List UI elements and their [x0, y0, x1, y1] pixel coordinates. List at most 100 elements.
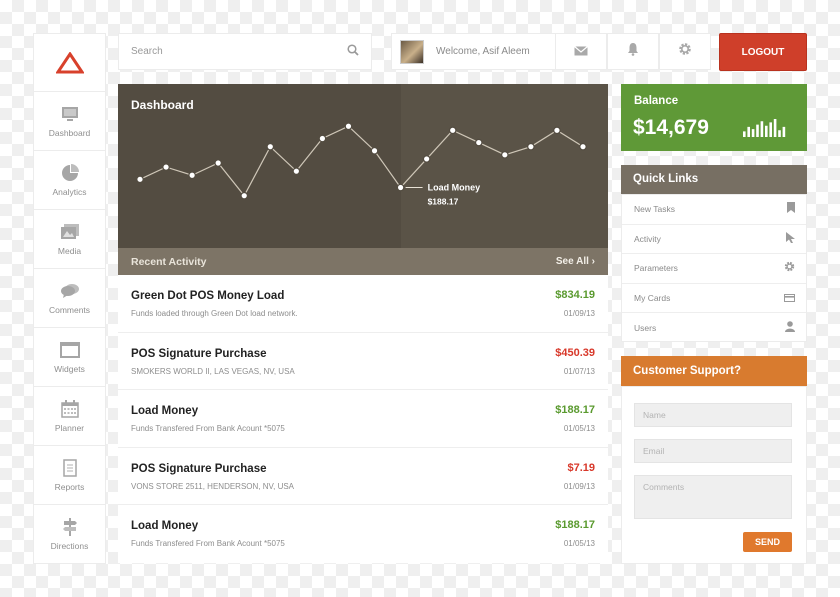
data-point[interactable]	[527, 142, 535, 151]
transaction-title: POS Signature Purchase	[131, 347, 267, 360]
email-field[interactable]	[634, 439, 792, 463]
transaction-description: Funds Transfered From Bank Acount *5075	[131, 424, 285, 434]
image-icon	[60, 223, 80, 241]
tooltip-value: $188.17	[428, 197, 459, 207]
mini-bar	[751, 129, 755, 137]
data-point[interactable]	[240, 191, 249, 200]
cursor-icon	[786, 230, 795, 248]
table-row[interactable]: Load Money Funds Transfered From Bank Ac…	[118, 505, 608, 563]
sidebar-item-label: Media	[57, 245, 82, 256]
mini-bar	[769, 122, 772, 137]
transaction-title: Load Money	[131, 520, 199, 533]
data-point[interactable]	[292, 167, 301, 175]
quick-links-title: Quick Links	[633, 173, 699, 185]
quick-link-users[interactable]: Users	[622, 313, 806, 343]
quick-links-list: New Tasks Activity Parameters My Cards U…	[621, 194, 807, 342]
transaction-description: Funds loaded through Green Dot load netw…	[131, 309, 298, 318]
data-point[interactable]	[396, 183, 405, 192]
transaction-description: SMOKERS WORLD II, LAS VEGAS, NV, USA	[131, 366, 295, 376]
user-icon	[785, 319, 795, 337]
table-row[interactable]: POS Signature Purchase VONS STORE 2511, …	[118, 448, 608, 506]
user-panel[interactable]: Welcome, Asif Aleem	[391, 33, 557, 70]
send-button[interactable]: SEND	[743, 532, 792, 552]
transaction-date: 01/09/13	[563, 309, 595, 318]
data-point[interactable]	[318, 134, 327, 143]
monitor-icon	[60, 105, 80, 123]
recent-activity-title: Recent Activity	[131, 255, 207, 268]
chevron-right-icon: ›	[591, 256, 595, 267]
mini-bar	[782, 126, 786, 137]
data-point[interactable]	[214, 159, 222, 167]
data-point[interactable]	[579, 142, 587, 151]
data-point[interactable]	[136, 175, 144, 184]
transaction-description: VONS STORE 2511, HENDERSON, NV, USA	[131, 481, 295, 491]
recent-activity-header: Recent Activity See All ›	[118, 248, 608, 275]
sidebar-item-directions[interactable]: Directions	[34, 505, 105, 564]
transaction-title: Load Money	[131, 405, 199, 418]
transaction-amount: $7.19	[567, 461, 595, 474]
messages-button[interactable]	[555, 33, 607, 70]
bookmark-icon	[787, 200, 795, 218]
table-row[interactable]: Load Money Funds Transfered From Bank Ac…	[118, 390, 608, 448]
data-point[interactable]	[188, 171, 196, 180]
name-field[interactable]	[634, 403, 792, 427]
data-point[interactable]	[266, 142, 275, 151]
logout-button[interactable]: LOGOUT	[719, 33, 807, 71]
data-point[interactable]	[370, 146, 379, 155]
sidebar-item-reports[interactable]: Reports	[34, 446, 105, 505]
table-row[interactable]: Green Dot POS Money Load Funds loaded th…	[118, 275, 608, 333]
search-bar	[118, 33, 372, 70]
quick-link-parameters[interactable]: Parameters	[622, 254, 806, 284]
quick-link-activity[interactable]: Activity	[622, 225, 806, 254]
transaction-date: 01/05/13	[563, 424, 595, 434]
mini-bar	[756, 124, 759, 137]
line-chart: Load Money $188.17	[136, 122, 587, 207]
data-point[interactable]	[162, 163, 170, 171]
sidebar-item-label: Reports	[54, 481, 85, 492]
transaction-amount: $450.39	[555, 346, 595, 359]
quick-link-my-cards[interactable]: My Cards	[622, 284, 806, 313]
mini-bar	[765, 125, 768, 137]
transaction-amount: $834.19	[555, 289, 595, 301]
envelope-icon	[574, 43, 588, 61]
data-point[interactable]	[474, 138, 483, 147]
sidebar-item-label: Comments	[48, 304, 91, 315]
sidebar-item-label: Dashboard	[48, 127, 91, 138]
search-icon[interactable]	[347, 43, 359, 61]
quick-link-label: Activity	[634, 233, 661, 244]
data-point[interactable]	[501, 151, 509, 159]
comments-icon	[60, 282, 80, 300]
settings-button[interactable]	[659, 33, 711, 70]
comments-field[interactable]	[634, 475, 792, 519]
mini-bar	[760, 121, 764, 137]
sidebar-item-planner[interactable]: Planner	[34, 387, 105, 446]
see-all-link[interactable]: See All ›	[556, 256, 595, 267]
quick-link-new-tasks[interactable]: New Tasks	[622, 195, 806, 225]
transaction-title: Green Dot POS Money Load	[131, 290, 285, 302]
quick-link-label: Parameters	[634, 263, 678, 274]
data-point[interactable]	[553, 126, 561, 135]
data-point[interactable]	[448, 126, 457, 135]
mini-bar	[743, 131, 746, 137]
sidebar-nav: Dashboard Analytics Media Comments Widge…	[33, 33, 106, 564]
gear-icon	[784, 259, 795, 277]
gear-icon	[678, 42, 692, 61]
table-row[interactable]: POS Signature Purchase SMOKERS WORLD II,…	[118, 333, 608, 391]
notifications-button[interactable]	[607, 33, 659, 70]
sidebar-item-media[interactable]: Media	[34, 210, 105, 269]
sidebar-item-analytics[interactable]: Analytics	[34, 151, 105, 210]
sidebar-item-dashboard[interactable]: Dashboard	[34, 92, 105, 151]
see-all-label: See All	[555, 256, 589, 267]
bell-icon	[627, 42, 639, 61]
sidebar-item-widgets[interactable]: Widgets	[34, 328, 105, 387]
transaction-description: Funds Transfered From Bank Acount *5075	[131, 539, 285, 549]
quick-link-label: My Cards	[634, 292, 671, 303]
sidebar-item-comments[interactable]: Comments	[34, 269, 105, 328]
search-input[interactable]	[131, 46, 347, 57]
data-point[interactable]	[344, 122, 353, 131]
sidebar-item-label: Planner	[54, 422, 85, 433]
data-point[interactable]	[422, 155, 431, 163]
transaction-date: 01/05/13	[563, 539, 595, 549]
logo[interactable]	[34, 34, 105, 92]
transaction-title: POS Signature Purchase	[131, 462, 267, 475]
